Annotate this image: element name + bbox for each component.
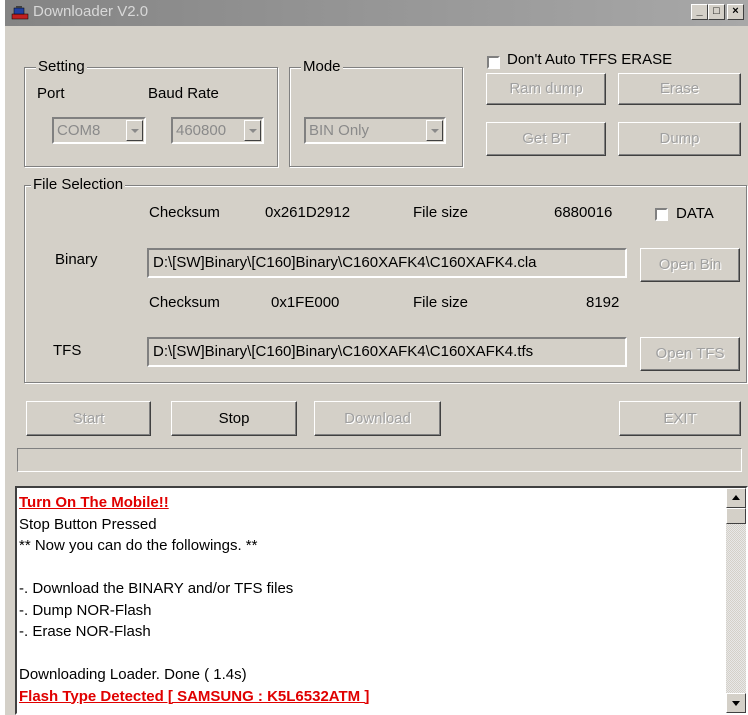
- arrow-up-icon: [732, 495, 740, 500]
- tfs-checksum-value: 0x1FE000: [271, 294, 340, 311]
- scroll-thumb[interactable]: [726, 508, 746, 524]
- stop-button[interactable]: Stop: [171, 401, 297, 436]
- chevron-down-icon[interactable]: [126, 120, 143, 141]
- tfs-checksum-label: Checksum: [149, 294, 220, 311]
- chevron-down-icon[interactable]: [244, 120, 261, 141]
- open-bin-button[interactable]: Open Bin: [640, 248, 740, 282]
- setting-group-label: Setting: [36, 58, 87, 75]
- dump-button[interactable]: Dump: [618, 122, 741, 156]
- data-checkbox-label: DATA: [676, 205, 714, 222]
- start-button[interactable]: Start: [26, 401, 151, 436]
- port-select-value: COM8: [57, 122, 101, 139]
- window-title: Downloader V2.0: [33, 3, 149, 20]
- log-line: Stop Button Pressed: [19, 515, 157, 533]
- maximize-button[interactable]: □: [708, 4, 725, 20]
- log-line: -. Erase NOR-Flash: [19, 623, 151, 640]
- get-bt-button[interactable]: Get BT: [486, 122, 606, 156]
- log-line: Flash Type Detected [ SAMSUNG : K5L6532A…: [19, 687, 370, 705]
- scroll-up-button[interactable]: [726, 488, 746, 508]
- log-line: -. Download the BINARY and/or TFS files: [19, 580, 294, 597]
- mode-group-label: Mode: [301, 58, 343, 75]
- erase-button[interactable]: Erase: [618, 73, 741, 105]
- mode-select-value: BIN Only: [309, 122, 370, 139]
- log-line: Downloading Loader. Done ( 1.4s): [19, 666, 247, 683]
- chevron-down-icon[interactable]: [426, 120, 443, 141]
- port-label: Port: [37, 85, 65, 102]
- download-button[interactable]: Download: [314, 401, 441, 436]
- binary-checksum-label: Checksum: [149, 204, 220, 221]
- baud-rate-select[interactable]: 460800: [171, 117, 264, 144]
- port-select[interactable]: COM8: [52, 117, 146, 144]
- tfs-filesize-label: File size: [413, 294, 469, 311]
- open-tfs-button[interactable]: Open TFS: [640, 337, 740, 371]
- binary-checksum-value: 0x261D2912: [265, 204, 351, 221]
- close-button[interactable]: ×: [727, 4, 744, 20]
- log-line: -. Dump NOR-Flash: [19, 601, 152, 619]
- baud-rate-select-value: 460800: [176, 122, 227, 139]
- scroll-down-button[interactable]: [726, 693, 746, 713]
- log-lines: Turn On The Mobile!! Stop Button Pressed *…: [19, 492, 369, 707]
- binary-filesize-label: File size: [413, 204, 469, 221]
- dont-auto-tffs-erase-label: Don't Auto TFFS ERASE: [507, 51, 673, 68]
- download-progress-bar: [17, 448, 742, 472]
- file-selection-group-label: File Selection: [31, 176, 126, 193]
- minimize-button[interactable]: _: [691, 4, 708, 20]
- binary-path-field[interactable]: D:\[SW]Binary\[C160]Binary\C160XAFK4\C16…: [147, 248, 627, 278]
- log-scrollbar[interactable]: [726, 488, 746, 713]
- log-line: ** Now you can do the followings. **: [19, 537, 258, 554]
- log-output[interactable]: Turn On The Mobile!! Stop Button Pressed *…: [15, 486, 748, 715]
- tfs-path-field[interactable]: D:\[SW]Binary\[C160]Binary\C160XAFK4\C16…: [147, 337, 627, 367]
- binary-filesize-value: 6880016: [554, 204, 613, 221]
- baud-rate-label: Baud Rate: [148, 85, 219, 102]
- ram-dump-button[interactable]: Ram dump: [486, 73, 606, 105]
- dont-auto-tffs-erase-checkbox[interactable]: [487, 56, 500, 69]
- title-bar[interactable]: Downloader V2.0 _ □ ×: [5, 0, 748, 26]
- tfs-label: TFS: [53, 342, 82, 359]
- tfs-filesize-value: 8192: [586, 294, 620, 311]
- exit-button[interactable]: EXIT: [619, 401, 741, 436]
- binary-label: Binary: [55, 251, 98, 268]
- mode-select[interactable]: BIN Only: [304, 117, 446, 144]
- arrow-down-icon: [732, 701, 740, 706]
- downloader-window: Downloader V2.0 _ □ × Setting Port Baud …: [4, 0, 748, 715]
- log-line: Turn On The Mobile!!: [19, 494, 169, 511]
- data-checkbox[interactable]: [655, 208, 668, 221]
- app-icon: [11, 5, 29, 21]
